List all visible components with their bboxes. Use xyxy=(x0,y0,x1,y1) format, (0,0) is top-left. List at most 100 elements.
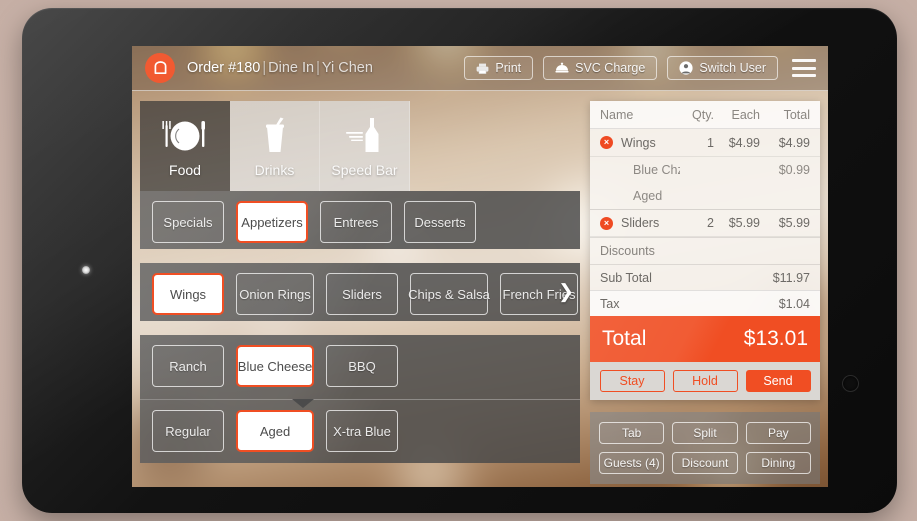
subcategory-appetizers[interactable]: Appetizers xyxy=(236,201,308,243)
meta-separator-1: | xyxy=(262,60,267,76)
modifier-row-sauce: Ranch Blue Cheese BBQ xyxy=(140,335,580,399)
item-chips-salsa[interactable]: Chips & Salsa xyxy=(408,273,490,315)
line-qty: 2 xyxy=(707,216,714,230)
receipt-subtotal-row: Sub Total $11.97 xyxy=(590,264,820,290)
header-name: Name xyxy=(600,107,634,122)
svc-charge-button[interactable]: SVC Charge xyxy=(543,56,658,80)
hamburger-menu-icon[interactable] xyxy=(792,59,816,77)
dining-button[interactable]: Dining xyxy=(745,452,811,474)
hold-button[interactable]: Hold xyxy=(672,370,738,392)
line-name: Sliders xyxy=(621,216,660,230)
header-qty: Qty. xyxy=(692,107,714,122)
discounts-label: Discounts xyxy=(600,244,655,258)
receipt-total-bar: Total $13.01 xyxy=(590,316,820,362)
modifier-bbq[interactable]: BBQ xyxy=(326,345,398,387)
modifier-regular[interactable]: Regular xyxy=(152,410,224,452)
item-strip: Wings Onion Rings Sliders Chips & Salsa … xyxy=(152,273,580,315)
tablet-device: Order #180 | Dine In | Yi Chen Print SVC… xyxy=(22,8,897,513)
order-bell-icon[interactable] xyxy=(145,53,175,83)
order-type: Dine In xyxy=(268,60,315,76)
order-actions-panel: Tab Split Pay Guests (4) Discount Dining xyxy=(590,412,820,484)
printer-icon xyxy=(476,63,489,74)
front-camera-icon xyxy=(82,266,90,274)
home-button-icon[interactable] xyxy=(842,375,859,392)
chevron-right-icon[interactable]: ❯ xyxy=(558,283,574,302)
item-row-clip: Wings Onion Rings Sliders Chips & Salsa … xyxy=(152,273,580,315)
item-wings[interactable]: Wings xyxy=(152,273,224,315)
plate-fork-knife-icon xyxy=(157,114,213,154)
subtotal-label: Sub Total xyxy=(600,270,652,285)
category-label-food: Food xyxy=(169,162,201,178)
order-receipt: Name Qty. Each Total × Wings 1 $4.99 $4.… xyxy=(590,101,820,400)
item-sliders[interactable]: Sliders xyxy=(326,273,398,315)
subcategory-strip: Specials Appetizers Entrees Desserts xyxy=(152,201,580,243)
meta-separator-2: | xyxy=(316,60,320,76)
category-tile-speed-bar[interactable]: Speed Bar xyxy=(320,101,410,191)
pay-button[interactable]: Pay xyxy=(745,422,811,444)
top-bar: Order #180 | Dine In | Yi Chen Print SVC… xyxy=(132,46,828,91)
subcategory-desserts[interactable]: Desserts xyxy=(404,201,476,243)
guests-button[interactable]: Guests (4) xyxy=(599,452,665,474)
item-onion-rings[interactable]: Onion Rings xyxy=(236,273,314,315)
receipt-line-item[interactable]: × Wings 1 $4.99 $4.99 xyxy=(590,129,820,157)
tax-value: $1.04 xyxy=(778,296,810,311)
modifier-ranch[interactable]: Ranch xyxy=(152,345,224,387)
modifier-xtra-blue[interactable]: X-tra Blue xyxy=(326,410,398,452)
line-each: $4.99 xyxy=(728,135,760,150)
stay-button[interactable]: Stay xyxy=(599,370,665,392)
bottle-pour-icon xyxy=(340,114,390,154)
switch-user-button[interactable]: Switch User xyxy=(667,56,778,80)
print-button[interactable]: Print xyxy=(464,56,534,80)
send-button[interactable]: Send xyxy=(745,370,811,392)
header-total: Total xyxy=(783,107,810,122)
modifier-group-notch xyxy=(292,399,314,408)
service-bell-icon xyxy=(555,62,569,74)
line-name: Aged xyxy=(633,189,663,203)
discount-button[interactable]: Discount xyxy=(672,452,738,474)
line-total: $4.99 xyxy=(778,135,810,150)
receipt-tax-row: Tax $1.04 xyxy=(590,290,820,316)
tax-label: Tax xyxy=(600,296,620,311)
line-total: $0.99 xyxy=(778,163,810,177)
receipt-line-modifier[interactable]: Aged xyxy=(590,183,820,209)
category-tiles: Food Drinks Speed Bar xyxy=(140,101,410,191)
top-bar-actions: Print SVC Charge Switch User xyxy=(464,56,828,80)
tab-button[interactable]: Tab xyxy=(599,422,665,444)
server-name: Yi Chen xyxy=(321,60,373,76)
modifier-strip-sauce: Ranch Blue Cheese BBQ xyxy=(152,345,580,387)
line-name: Blue Chz xyxy=(633,163,680,177)
category-label-speed-bar: Speed Bar xyxy=(331,162,398,178)
scene: Order #180 | Dine In | Yi Chen Print SVC… xyxy=(0,0,917,521)
hamburger-bar-3 xyxy=(792,74,816,77)
user-circle-icon xyxy=(679,61,693,75)
category-tile-drinks[interactable]: Drinks xyxy=(230,101,320,191)
receipt-line-modifier[interactable]: Blue Chz $0.99 xyxy=(590,157,820,183)
order-number: Order #180 xyxy=(187,60,261,76)
order-column: Name Qty. Each Total × Wings 1 $4.99 $4.… xyxy=(590,101,820,484)
subcategory-row: Specials Appetizers Entrees Desserts xyxy=(140,191,580,249)
total-value: $13.01 xyxy=(743,327,808,350)
hamburger-bar-2 xyxy=(792,66,816,70)
menu-column: Food Drinks Speed Bar Specials Appetizer… xyxy=(140,101,580,463)
modifier-blue-cheese[interactable]: Blue Cheese xyxy=(236,345,314,387)
line-total: $5.99 xyxy=(778,216,810,230)
total-label: Total xyxy=(602,327,647,350)
modifier-aged[interactable]: Aged xyxy=(236,410,314,452)
item-row: Wings Onion Rings Sliders Chips & Salsa … xyxy=(140,263,580,321)
print-button-label: Print xyxy=(495,61,522,75)
hamburger-bar-1 xyxy=(792,59,816,62)
subcategory-specials[interactable]: Specials xyxy=(152,201,224,243)
subtotal-value: $11.97 xyxy=(772,270,810,285)
line-qty: 1 xyxy=(707,135,714,150)
receipt-line-item[interactable]: × Sliders 2 $5.99 $5.99 xyxy=(590,209,820,237)
line-name: Wings xyxy=(621,135,656,150)
receipt-header-row: Name Qty. Each Total xyxy=(590,101,820,129)
app-screen: Order #180 | Dine In | Yi Chen Print SVC… xyxy=(132,46,828,487)
category-label-drinks: Drinks xyxy=(254,162,295,178)
category-tile-food[interactable]: Food xyxy=(140,101,230,191)
subcategory-entrees[interactable]: Entrees xyxy=(320,201,392,243)
remove-item-icon[interactable]: × xyxy=(600,136,613,149)
remove-item-icon[interactable]: × xyxy=(600,216,613,230)
receipt-discounts-row[interactable]: Discounts xyxy=(590,237,820,264)
split-button[interactable]: Split xyxy=(672,422,738,444)
